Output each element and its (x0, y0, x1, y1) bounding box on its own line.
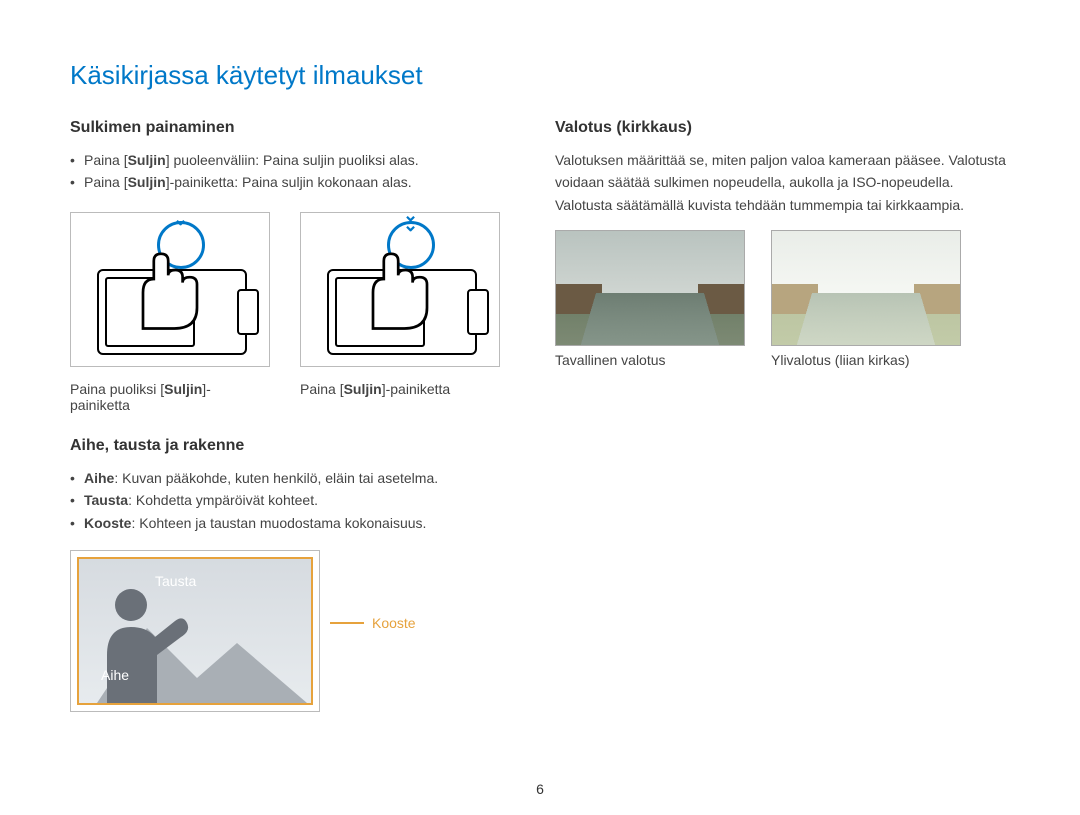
text: ]-painiketta: Paina suljin kokonaan alas… (166, 174, 412, 190)
two-column-layout: Sulkimen painaminen Paina [Suljin] puole… (70, 119, 1010, 712)
text: ]-painiketta (382, 381, 450, 397)
text: : Kohteen ja taustan muodostama kokonais… (131, 515, 426, 531)
callout-line (330, 622, 364, 624)
paragraph-exposure: Valotuksen määrittää se, miten paljon va… (555, 149, 1010, 216)
bullet-list-shutter: Paina [Suljin] puoleenväliin: Paina sulj… (70, 149, 525, 194)
text: Paina puoliksi [ (70, 381, 164, 397)
arrow-down-icon: ⌄ (403, 215, 418, 236)
text: Paina [ (84, 152, 128, 168)
section-heading-subject: Aihe, tausta ja rakenne (70, 437, 525, 455)
camera-full-press-illustration: ⌄ ⌄ (300, 212, 500, 367)
page-title: Käsikirjassa käytetyt ilmaukset (70, 60, 1010, 91)
kooste-callout: Kooste (330, 615, 416, 631)
right-column: Valotus (kirkkaus) Valotuksen määrittää … (555, 119, 1010, 712)
illustration-caption: Paina [Suljin]-painiketta (300, 381, 500, 413)
photo-caption: Ylivalotus (liian kirkas) (771, 352, 961, 368)
bold-term: Tausta (84, 492, 128, 508)
bullet-item: Paina [Suljin]-painiketta: Paina suljin … (70, 171, 525, 193)
bullet-item: Kooste: Kohteen ja taustan muodostama ko… (70, 512, 525, 534)
hand-icon (355, 243, 445, 333)
sample-photo (771, 230, 961, 346)
arrow-down-icon: ⌄ (173, 209, 188, 230)
caption-row: Paina puoliksi [Suljin]-painiketta Paina… (70, 375, 525, 413)
label-background: Tausta (155, 573, 196, 589)
composition-illustration: Tausta Aihe (70, 550, 320, 712)
composition-frame: Tausta Aihe (77, 557, 313, 705)
bold-term: Suljin (164, 381, 202, 397)
text: ] puoleenväliin: Paina suljin puoliksi a… (166, 152, 419, 168)
photo-caption: Tavallinen valotus (555, 352, 745, 368)
illustration-caption: Paina puoliksi [Suljin]-painiketta (70, 381, 270, 413)
label-composition: Kooste (372, 615, 416, 631)
person-silhouette-icon (97, 583, 189, 703)
page-number: 6 (536, 781, 544, 797)
text: Paina [ (84, 174, 128, 190)
photo-over-exposure: Ylivalotus (liian kirkas) (771, 230, 961, 368)
bold-term: Kooste (84, 515, 131, 531)
camera-half-press-illustration: ⌄ (70, 212, 270, 367)
left-column: Sulkimen painaminen Paina [Suljin] puole… (70, 119, 525, 712)
text: : Kuvan pääkohde, kuten henkilö, eläin t… (114, 470, 438, 486)
bullet-list-subject: Aihe: Kuvan pääkohde, kuten henkilö, elä… (70, 467, 525, 534)
text: Paina [ (300, 381, 344, 397)
bold-term: Aihe (84, 470, 114, 486)
sample-photo (555, 230, 745, 346)
hand-icon (125, 243, 215, 333)
bullet-item: Paina [Suljin] puoleenväliin: Paina sulj… (70, 149, 525, 171)
bold-term: Suljin (128, 152, 166, 168)
text: : Kohdetta ympäröivät kohteet. (128, 492, 318, 508)
section-heading-shutter: Sulkimen painaminen (70, 119, 525, 137)
river-shape (792, 293, 940, 346)
camera-grip-shape (237, 289, 259, 335)
composition-figure-wrap: Tausta Aihe Kooste (70, 534, 525, 712)
section-heading-exposure: Valotus (kirkkaus) (555, 119, 1010, 137)
bold-term: Suljin (128, 174, 166, 190)
illustration-row: ⌄ ⌄ ⌄ (70, 212, 525, 367)
camera-grip-shape (467, 289, 489, 335)
photo-normal-exposure: Tavallinen valotus (555, 230, 745, 368)
label-subject: Aihe (101, 667, 129, 683)
bold-term: Suljin (344, 381, 382, 397)
photo-row: Tavallinen valotus Ylivalotus (liian kir… (555, 230, 1010, 368)
bullet-item: Aihe: Kuvan pääkohde, kuten henkilö, elä… (70, 467, 525, 489)
river-shape (576, 293, 724, 346)
bullet-item: Tausta: Kohdetta ympäröivät kohteet. (70, 489, 525, 511)
